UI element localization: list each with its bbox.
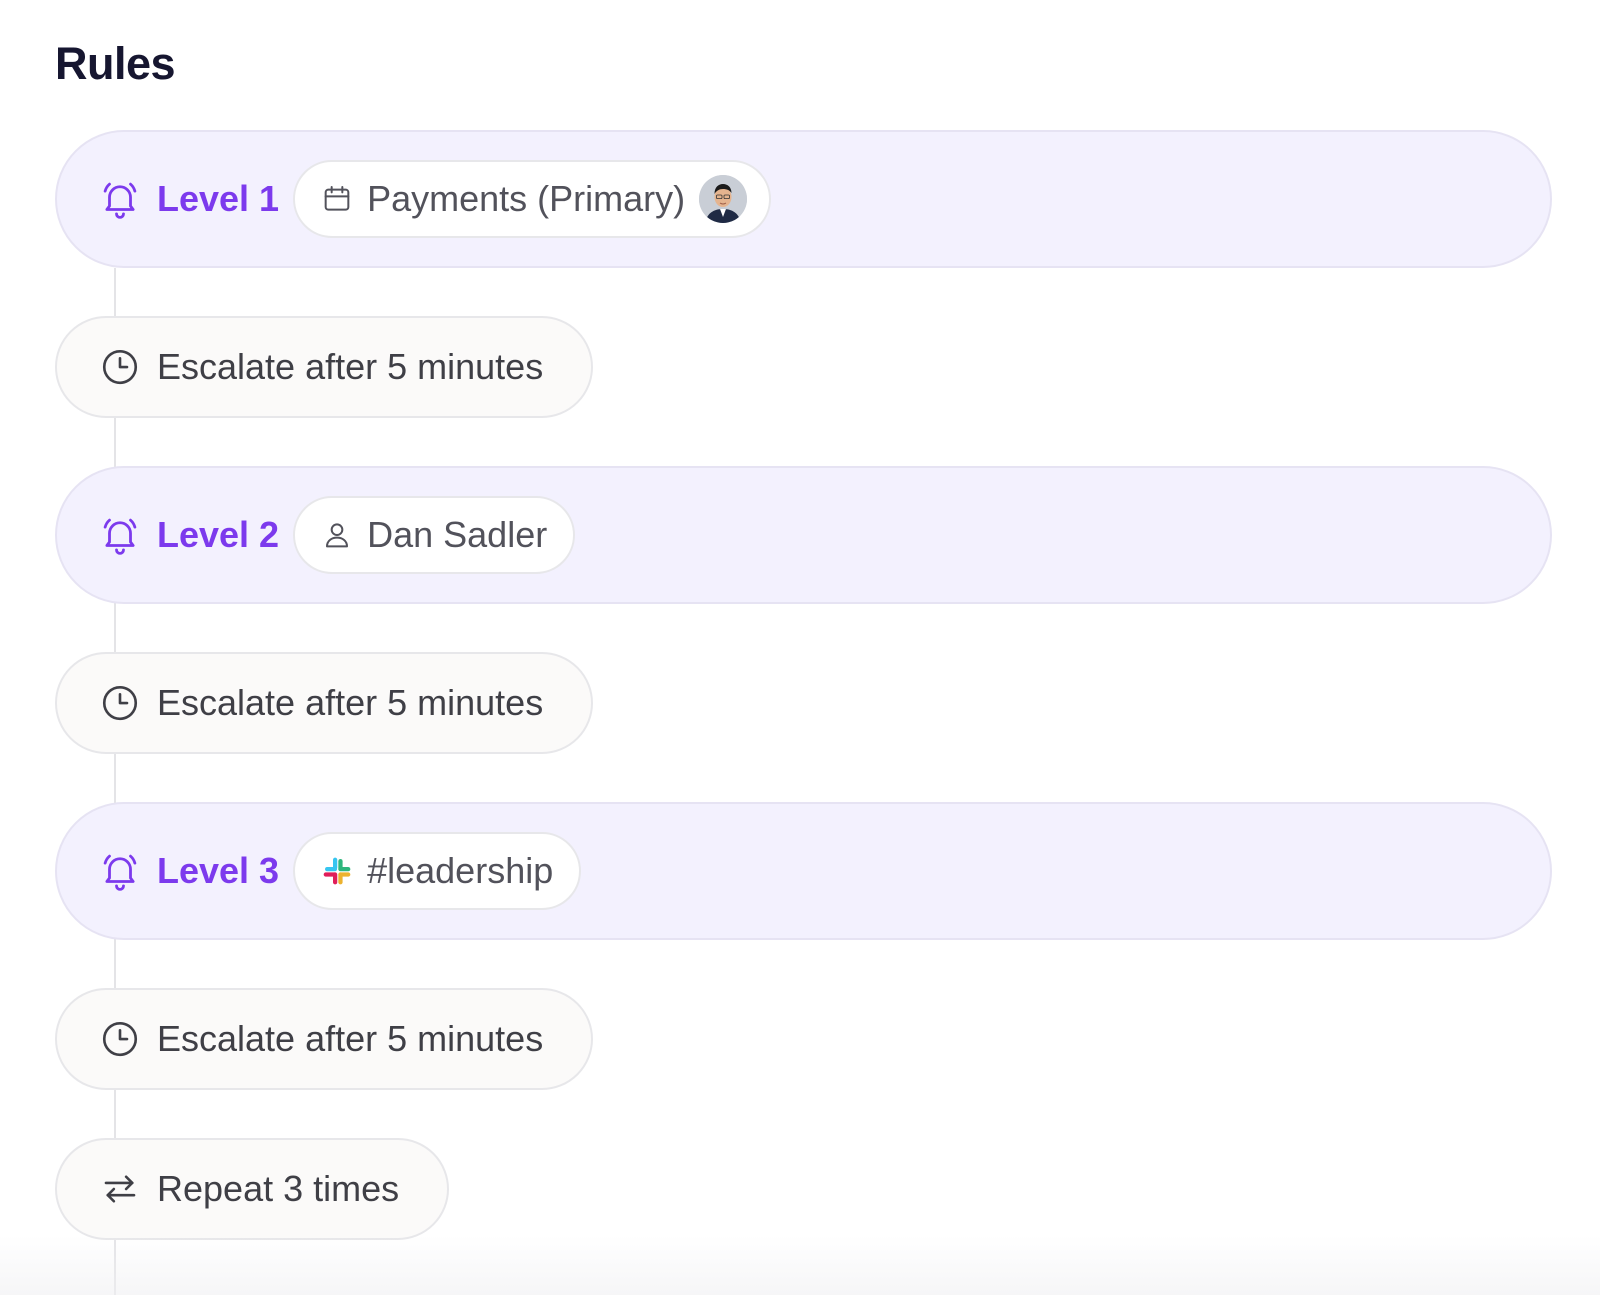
bell-icon [103, 182, 137, 219]
level-label: Level 2 [157, 514, 280, 555]
rules-page: Rules Level 1 Payments (Primary) Escalat… [0, 0, 1600, 1295]
schedule-chip[interactable]: Payments (Primary) [293, 160, 772, 238]
clock-icon [102, 349, 138, 385]
level-label: Level 1 [157, 178, 280, 219]
level-label: Level 3 [157, 850, 280, 891]
level-2-row[interactable]: Level 2 Dan Sadler [55, 466, 1552, 604]
repeat-step[interactable]: Repeat 3 times [55, 1138, 450, 1240]
avatar [699, 175, 748, 223]
escalation-step[interactable]: Escalate after 5 minutes [55, 652, 594, 754]
calendar-icon [324, 186, 350, 211]
page-title: Rules [55, 38, 176, 89]
step-label: Escalate after 5 minutes [157, 682, 544, 723]
slack-channel-chip[interactable]: #leadership [293, 832, 582, 910]
bottom-fade [0, 1235, 1600, 1295]
user-icon [326, 523, 349, 548]
bell-icon [103, 518, 137, 555]
step-label: Escalate after 5 minutes [157, 346, 544, 387]
level-1-row[interactable]: Level 1 Payments (Primary) [55, 130, 1552, 268]
level-3-row[interactable]: Level 3 #leadership [55, 802, 1552, 940]
repeat-icon [104, 1175, 136, 1203]
schedule-name: Payments (Primary) [367, 178, 686, 219]
step-label: Escalate after 5 minutes [157, 1018, 544, 1059]
escalation-step[interactable]: Escalate after 5 minutes [55, 988, 594, 1090]
channel-name: #leadership [367, 850, 554, 891]
slack-icon [323, 857, 351, 885]
step-label: Repeat 3 times [157, 1168, 400, 1209]
escalation-step[interactable]: Escalate after 5 minutes [55, 316, 594, 418]
clock-icon [102, 685, 138, 721]
user-name: Dan Sadler [367, 514, 548, 555]
bell-icon [103, 854, 137, 891]
user-chip[interactable]: Dan Sadler [293, 496, 576, 574]
clock-icon [102, 1021, 138, 1057]
